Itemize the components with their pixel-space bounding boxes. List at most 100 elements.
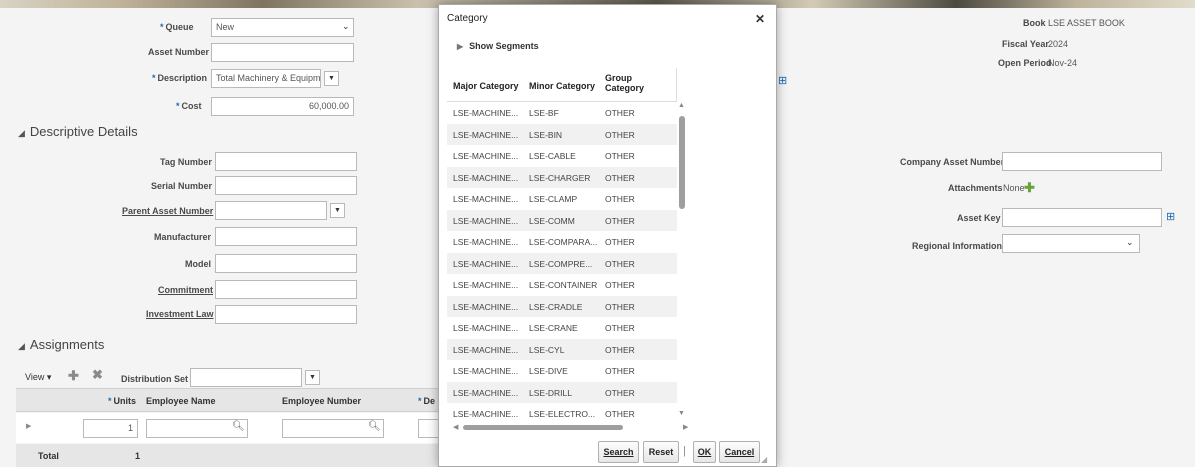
investment-law-input[interactable]	[215, 305, 357, 324]
company-asset-label: Company Asset Number	[900, 157, 1005, 167]
table-row[interactable]: LSE-MACHINE... LSE-BF OTHER	[447, 102, 677, 124]
major-category-cell: LSE-MACHINE...	[453, 151, 519, 161]
dep-input[interactable]	[418, 419, 440, 438]
minor-category-cell: LSE-ELECTRO...	[529, 409, 596, 419]
major-category-cell: LSE-MACHINE...	[453, 108, 519, 118]
table-row[interactable]: LSE-MACHINE... LSE-DRILL OTHER	[447, 381, 677, 403]
assignments-header[interactable]: ◢ Assignments	[18, 337, 104, 352]
category-table-header: Major Category Minor Category Group Categ…	[447, 68, 677, 102]
asset-key-label: Asset Key	[957, 213, 1001, 223]
asset-number-label: Asset Number	[148, 47, 210, 57]
distribution-set-label: Distribution Set	[121, 374, 188, 384]
cost-input[interactable]: 60,000.00	[211, 97, 354, 116]
commitment-input[interactable]	[215, 280, 357, 299]
table-row[interactable]: LSE-MACHINE... LSE-CABLE OTHER	[447, 145, 677, 167]
search-icon[interactable]: 🔍︎	[232, 421, 245, 432]
table-row[interactable]: LSE-MACHINE... LSE-CYL OTHER	[447, 338, 677, 360]
button-separator: |	[683, 445, 686, 457]
cost-label: * Cost	[176, 101, 202, 111]
lookup-icon[interactable]: ⊞	[1166, 211, 1178, 223]
show-segments-toggle[interactable]: ▶ Show Segments	[457, 41, 539, 51]
resize-handle-icon[interactable]: ◢	[761, 455, 767, 464]
scrollbar-thumb[interactable]	[679, 116, 685, 209]
regional-info-select[interactable]	[1002, 234, 1140, 253]
chevron-down-icon: ⌄	[1126, 237, 1134, 247]
collapse-triangle-icon: ◢	[18, 128, 25, 138]
add-attachment-icon[interactable]: ✚	[1024, 180, 1035, 196]
minor-category-cell: LSE-COMPRE...	[529, 258, 593, 269]
table-row[interactable]: LSE-MACHINE... LSE-CHARGER OTHER	[447, 166, 677, 188]
table-row[interactable]: LSE-MACHINE... LSE-BIN OTHER	[447, 123, 677, 145]
add-row-icon[interactable]: ✚	[68, 368, 79, 384]
dialog-title: Category	[447, 13, 488, 24]
table-row[interactable]: LSE-MACHINE... LSE-COMPRE... OTHER	[447, 252, 677, 274]
tag-number-input[interactable]	[215, 152, 357, 171]
scroll-right-icon[interactable]: ▶	[683, 423, 688, 431]
descriptive-details-header[interactable]: ◢ Descriptive Details	[18, 124, 138, 139]
parent-asset-label[interactable]: Parent Asset Number	[122, 206, 213, 216]
search-icon[interactable]: 🔍︎	[368, 421, 381, 432]
ok-button[interactable]: OK	[693, 441, 716, 463]
table-row[interactable]: LSE-MACHINE... LSE-CLAMP OTHER	[447, 188, 677, 210]
model-input[interactable]	[215, 254, 357, 273]
row-expand-icon[interactable]: ▶	[26, 422, 31, 430]
scroll-left-icon[interactable]: ◀	[453, 423, 458, 431]
group-category-cell: OTHER	[605, 172, 635, 183]
book-value: LSE ASSET BOOK	[1048, 18, 1125, 28]
asset-key-input[interactable]	[1002, 208, 1162, 227]
table-row[interactable]: LSE-MACHINE... LSE-ELECTRO... OTHER	[447, 403, 677, 425]
scrollbar-thumb[interactable]	[463, 425, 623, 430]
table-row[interactable]: LSE-MACHINE... LSE-CONTAINER OTHER	[447, 274, 677, 296]
table-row[interactable]: ▶ 1 🔍︎ 🔍︎	[16, 413, 440, 443]
reset-button[interactable]: Reset	[643, 441, 679, 463]
close-icon[interactable]: ✕	[755, 12, 765, 26]
queue-select[interactable]: New	[211, 18, 354, 37]
minor-category-column-header: Minor Category	[529, 81, 596, 91]
search-button[interactable]: Search	[598, 441, 639, 463]
horizontal-scrollbar[interactable]: ◀ ▶	[453, 423, 693, 432]
attachments-label: Attachments	[948, 183, 1003, 193]
model-label: Model	[185, 259, 211, 269]
commitment-label[interactable]: Commitment	[158, 285, 213, 295]
group-category-cell: OTHER	[605, 258, 635, 269]
vertical-scrollbar[interactable]: ▲ ▼	[677, 102, 687, 418]
open-period-value: Nov-24	[1048, 58, 1078, 68]
major-category-cell: LSE-MACHINE...	[453, 129, 519, 140]
open-period-label: Open Period	[998, 58, 1052, 68]
units-input[interactable]: 1	[83, 419, 138, 438]
category-table-body: LSE-MACHINE... LSE-BF OTHER LSE-MACHINE... L…	[447, 102, 677, 425]
group-category-cell: OTHER	[605, 280, 635, 290]
total-label: Total	[38, 451, 59, 461]
description-input[interactable]: Total Machinery & Equipmer	[211, 69, 321, 88]
asset-number-input[interactable]	[211, 43, 354, 62]
manufacturer-input[interactable]	[215, 227, 357, 246]
attachments-value: None	[1003, 183, 1025, 193]
table-row[interactable]: LSE-MACHINE... LSE-DIVE OTHER	[447, 360, 677, 382]
company-asset-input[interactable]	[1002, 152, 1162, 171]
group-category-cell: OTHER	[605, 387, 635, 398]
cancel-button[interactable]: Cancel	[719, 441, 760, 463]
lookup-icon[interactable]: ⊞	[778, 75, 790, 87]
scroll-up-icon[interactable]: ▲	[678, 102, 685, 109]
serial-number-input[interactable]	[215, 176, 357, 195]
view-menu[interactable]: View ▾	[25, 372, 51, 383]
investment-law-label[interactable]: Investment Law	[146, 309, 214, 319]
delete-row-icon[interactable]: ✖	[92, 367, 103, 383]
distribution-set-input[interactable]	[190, 368, 302, 387]
total-row: Total 1	[16, 444, 440, 467]
distribution-set-dropdown-button[interactable]: ▼	[305, 370, 320, 385]
parent-asset-input[interactable]	[215, 201, 327, 220]
scroll-down-icon[interactable]: ▼	[678, 410, 685, 417]
table-row[interactable]: LSE-MACHINE... LSE-COMPARA... OTHER	[447, 231, 677, 253]
units-column-header: * Units	[108, 396, 137, 406]
collapse-triangle-icon: ◢	[18, 341, 25, 351]
table-row[interactable]: LSE-MACHINE... LSE-COMM OTHER	[447, 209, 677, 231]
table-row[interactable]: LSE-MACHINE... LSE-CRADLE OTHER	[447, 295, 677, 317]
employee-name-column-header: Employee Name	[146, 396, 216, 406]
description-dropdown-button[interactable]: ▼	[324, 71, 339, 86]
table-row[interactable]: LSE-MACHINE... LSE-CRANE OTHER	[447, 317, 677, 339]
major-category-cell: LSE-MACHINE...	[453, 172, 519, 183]
parent-asset-dropdown-button[interactable]: ▼	[330, 203, 345, 218]
manufacturer-label: Manufacturer	[154, 232, 212, 242]
group-category-cell: OTHER	[605, 366, 635, 376]
